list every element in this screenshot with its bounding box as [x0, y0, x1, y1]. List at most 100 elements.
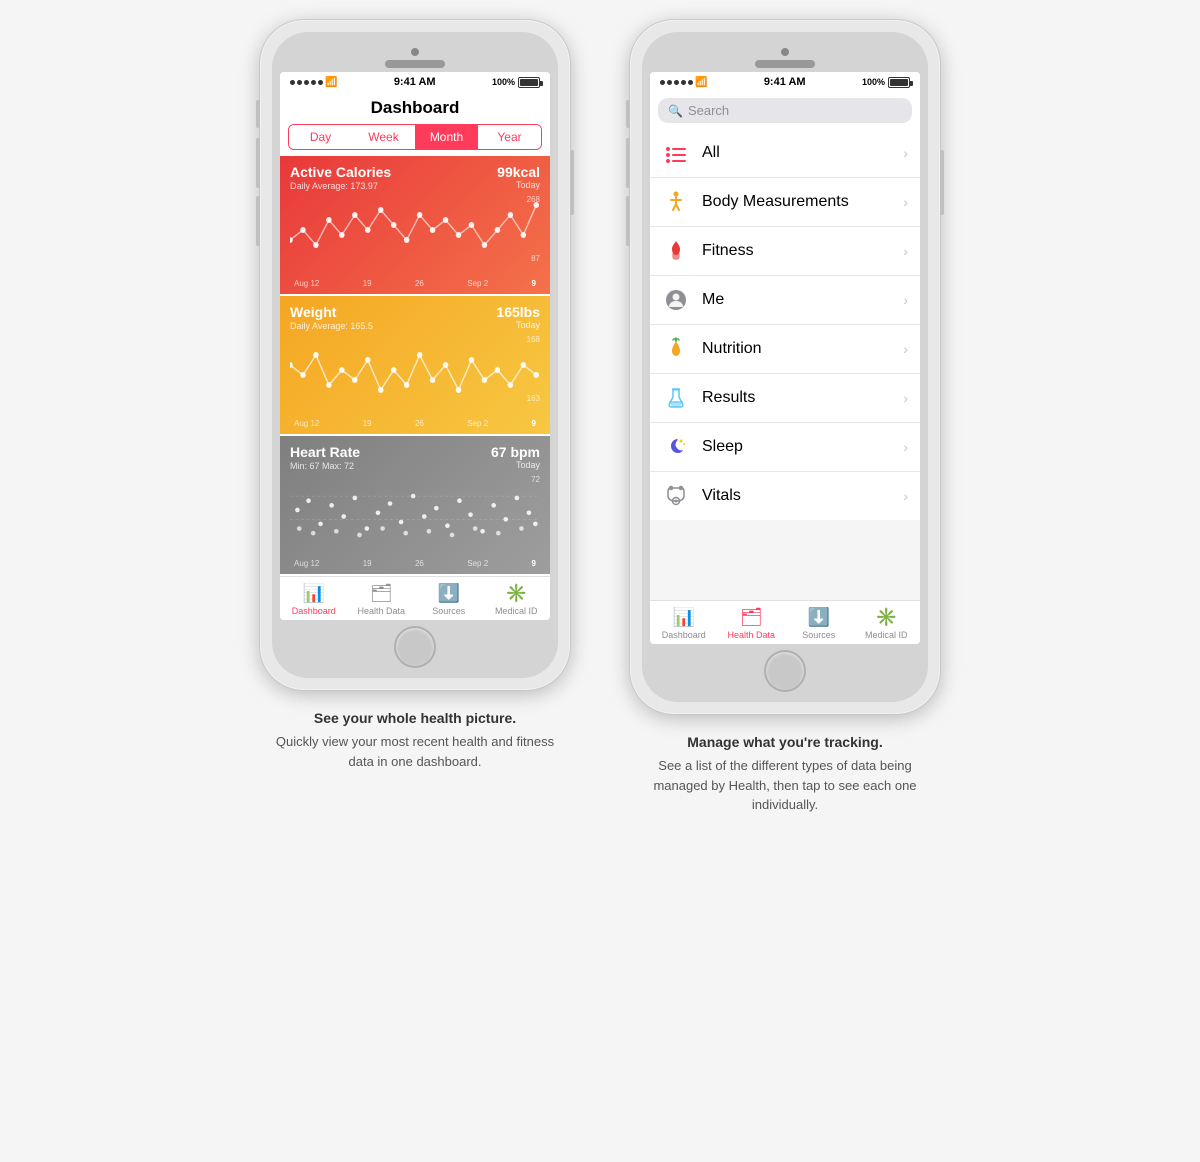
nutrition-icon — [662, 335, 690, 363]
card-subtitle: Daily Average: 173.97 — [290, 181, 391, 191]
bottom-tab-label: Sources — [802, 630, 835, 640]
weight-card[interactable]: Weight Daily Average: 165.5 165lbs Today… — [280, 296, 550, 434]
fitness-icon — [662, 237, 690, 265]
battery-icon — [888, 77, 910, 88]
signal-dot — [304, 80, 309, 85]
date-label: Aug 12 — [294, 559, 319, 568]
bottom-tab-label: Sources — [432, 606, 465, 616]
heartrate-svg — [290, 475, 540, 545]
date-label-active: 9 — [532, 559, 536, 568]
battery-area: 100% — [862, 77, 910, 88]
card-title: Heart Rate — [290, 444, 360, 460]
body-measurements-icon — [662, 188, 690, 216]
date-label-active: 9 — [532, 419, 536, 428]
home-button[interactable] — [396, 628, 434, 666]
card-header: Weight Daily Average: 165.5 165lbs Today — [290, 304, 540, 331]
list-item-fitness[interactable]: Fitness › — [650, 227, 920, 276]
card-title: Weight — [290, 304, 373, 320]
tab-week[interactable]: Week — [352, 125, 415, 149]
caption2-body: See a list of the different types of dat… — [640, 756, 930, 815]
heart-rate-card[interactable]: Heart Rate Min: 67 Max: 72 67 bpm Today … — [280, 436, 550, 574]
list-item-label: Vitals — [702, 487, 891, 505]
card-subtitle: Daily Average: 165.5 — [290, 321, 373, 331]
list-item-label: Results — [702, 389, 891, 407]
earpiece — [755, 60, 815, 68]
chart-dates: Aug 12 19 26 Sep 2 9 — [290, 279, 540, 288]
tab-year[interactable]: Year — [478, 125, 541, 149]
results-icon — [662, 384, 690, 412]
date-label: 19 — [363, 559, 372, 568]
signal-dots — [290, 80, 323, 85]
list-item-all[interactable]: All › — [650, 129, 920, 178]
bottom-tab-medical-id[interactable]: ✳️ Medical ID — [853, 605, 921, 642]
search-bar[interactable]: 🔍 Search — [658, 98, 912, 123]
volume-up-button — [626, 138, 630, 188]
list-item-nutrition[interactable]: Nutrition › — [650, 325, 920, 374]
list-item-results[interactable]: Results › — [650, 374, 920, 423]
caption1-headline: See your whole health picture. — [270, 710, 560, 726]
home-button[interactable] — [766, 652, 804, 690]
bottom-tab-medical-id[interactable]: ✳️ Medical ID — [483, 581, 551, 618]
sleep-icon — [662, 433, 690, 461]
bottom-tab-label: Dashboard — [292, 606, 336, 616]
sources-icon: ⬇️ — [808, 607, 830, 628]
date-label: 26 — [415, 559, 424, 568]
bottom-tab-label: Medical ID — [495, 606, 538, 616]
bottom-tab-health-data[interactable]: 🗂 Health Data — [718, 605, 786, 642]
battery-icon — [518, 77, 540, 88]
heartrate-chart: 72 — [290, 475, 540, 555]
list-item-label: Sleep — [702, 438, 891, 456]
chevron-right-icon: › — [903, 439, 908, 455]
phone1-screen: 📶 9:41 AM 100% Dashboard — [280, 72, 550, 620]
medical-id-icon: ✳️ — [505, 583, 527, 604]
date-label-active: 9 — [532, 279, 536, 288]
card-value: 67 bpm — [491, 444, 540, 460]
signal-dot — [318, 80, 323, 85]
health-list: All › — [650, 129, 920, 520]
date-label: 19 — [363, 279, 372, 288]
weight-chart: 168 163 — [290, 335, 540, 415]
battery-percent: 100% — [492, 77, 515, 87]
signal-dot — [290, 80, 295, 85]
date-label: Aug 12 — [294, 279, 319, 288]
battery-percent: 100% — [862, 77, 885, 87]
tab-day[interactable]: Day — [289, 125, 352, 149]
phone1-top — [280, 40, 550, 72]
phone2-screen: 📶 9:41 AM 100% 🔍 Search — [650, 72, 920, 644]
date-label: Sep 2 — [467, 419, 488, 428]
status-bar: 📶 9:41 AM 100% — [280, 72, 550, 92]
bottom-tab-dashboard[interactable]: 📊 Dashboard — [280, 581, 348, 618]
caption2-headline: Manage what you're tracking. — [640, 734, 930, 750]
date-label: Sep 2 — [467, 559, 488, 568]
tab-month[interactable]: Month — [415, 125, 478, 149]
mute-button — [626, 100, 630, 128]
volume-up-button — [256, 138, 260, 188]
bottom-tab-label: Medical ID — [865, 630, 908, 640]
main-container: 📶 9:41 AM 100% Dashboard — [20, 20, 1180, 815]
wifi-icon: 📶 — [325, 77, 337, 88]
signal-dot — [674, 80, 679, 85]
phone2-inner: 📶 9:41 AM 100% 🔍 Search — [642, 32, 928, 702]
active-calories-card[interactable]: Active Calories Daily Average: 173.97 99… — [280, 156, 550, 294]
volume-down-button — [626, 196, 630, 246]
bottom-tab-dashboard[interactable]: 📊 Dashboard — [650, 605, 718, 642]
date-label: Aug 12 — [294, 419, 319, 428]
card-header: Active Calories Daily Average: 173.97 99… — [290, 164, 540, 191]
list-item-sleep[interactable]: Sleep › — [650, 423, 920, 472]
bottom-tab-bar: 📊 Dashboard 🗂 Health Data ⬇️ Sources — [280, 576, 550, 620]
bottom-tab-bar2: 📊 Dashboard 🗂 Health Data ⬇️ Sources — [650, 600, 920, 644]
phone2: 📶 9:41 AM 100% 🔍 Search — [630, 20, 940, 714]
period-tabs[interactable]: Day Week Month Year — [288, 124, 542, 150]
date-label: 26 — [415, 279, 424, 288]
list-item-body-measurements[interactable]: Body Measurements › — [650, 178, 920, 227]
bottom-tab-sources[interactable]: ⬇️ Sources — [785, 605, 853, 642]
battery-fill — [520, 79, 538, 86]
phone1-section: 📶 9:41 AM 100% Dashboard — [260, 20, 570, 771]
card-value: 165lbs — [496, 304, 540, 320]
list-item-vitals[interactable]: Vitals › — [650, 472, 920, 520]
bottom-tab-sources[interactable]: ⬇️ Sources — [415, 581, 483, 618]
calories-svg — [290, 195, 540, 265]
bottom-tab-health-data[interactable]: 🗂 Health Data — [348, 581, 416, 618]
caption1: See your whole health picture. Quickly v… — [270, 710, 560, 771]
list-item-me[interactable]: Me › — [650, 276, 920, 325]
